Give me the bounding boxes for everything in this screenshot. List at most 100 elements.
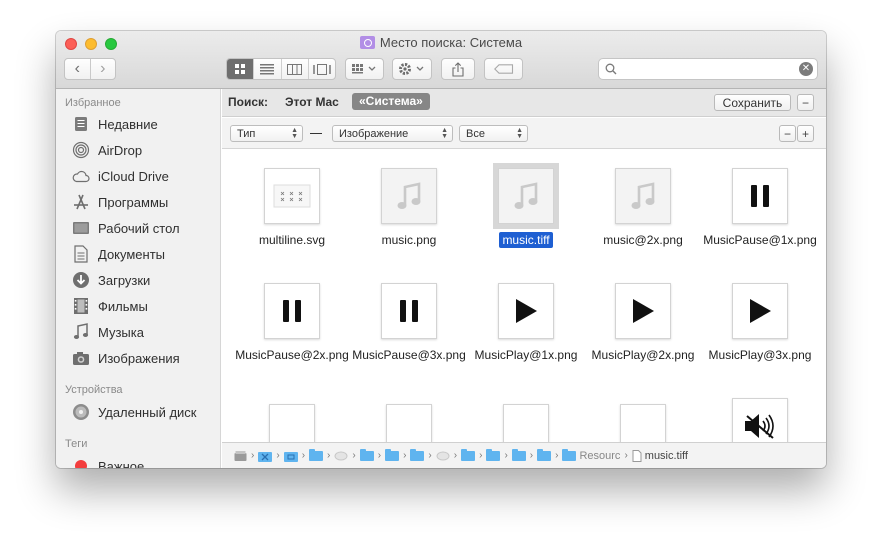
hard-disk-icon xyxy=(234,450,247,461)
file-thumbnail[interactable] xyxy=(493,163,559,229)
file-thumbnail[interactable] xyxy=(264,283,320,339)
file-name-text: MusicPlay@3x.png xyxy=(708,348,812,362)
folder-icon xyxy=(486,448,501,461)
system-folder-icon xyxy=(258,451,273,462)
file-name-text: music.png xyxy=(381,233,437,247)
path-item-bundle[interactable] xyxy=(436,450,450,462)
file-name-text: MusicPlay@1x.png xyxy=(474,348,578,362)
folder-icon xyxy=(359,448,374,461)
add-criteria-button[interactable]: + xyxy=(797,125,814,142)
file-thumbnail[interactable] xyxy=(269,404,315,442)
arrange-grid-icon xyxy=(351,64,375,74)
path-separator-icon: › xyxy=(428,450,432,461)
airdrop-icon xyxy=(71,140,91,160)
path-item-folder[interactable] xyxy=(537,448,552,461)
sidebar-item-label: Рабочий стол xyxy=(98,220,180,236)
window-title: Место поиска: Система xyxy=(56,35,826,50)
value-popup-value: Все xyxy=(466,127,485,140)
path-item-folder[interactable] xyxy=(461,448,476,461)
file-thumbnail[interactable] xyxy=(732,283,788,339)
path-item-system[interactable] xyxy=(258,450,273,462)
tags-section-title: Теги xyxy=(65,438,88,450)
documents-icon xyxy=(71,244,91,264)
path-item-folder[interactable] xyxy=(410,448,425,461)
sidebar-item-icloud[interactable]: iCloud Drive xyxy=(71,166,169,186)
path-item-resources[interactable]: Resourc xyxy=(562,448,620,462)
path-separator-icon: › xyxy=(276,450,280,461)
remove-search-button[interactable]: − xyxy=(797,94,814,111)
path-item-bundle[interactable] xyxy=(334,450,348,462)
file-name-label: MusicPlay@1x.png xyxy=(467,347,585,363)
popup-arrows-icon: ▲ ▼ xyxy=(441,127,448,140)
file-thumbnail[interactable] xyxy=(498,283,554,339)
type-popup[interactable]: Изображение ▲ ▼ xyxy=(332,125,453,142)
back-button[interactable]: ‹ xyxy=(65,59,91,79)
file-thumbnail[interactable] xyxy=(732,168,788,224)
sidebar-item-music[interactable]: Музыка xyxy=(71,322,144,342)
file-thumbnail[interactable] xyxy=(386,404,432,442)
action-menu-button[interactable] xyxy=(392,58,432,80)
bundle-icon xyxy=(334,451,348,460)
pictures-icon xyxy=(71,348,91,368)
file-thumbnail[interactable] xyxy=(620,404,666,442)
cloud-icon xyxy=(71,166,91,186)
path-item-folder[interactable] xyxy=(486,448,501,461)
icon-view-button[interactable] xyxy=(227,59,255,79)
file-thumbnail[interactable] xyxy=(503,404,549,442)
path-separator-icon: › xyxy=(529,450,534,461)
file-thumbnail[interactable] xyxy=(264,168,320,224)
sidebar-item-label: Удаленный диск xyxy=(98,404,197,420)
sidebar: Избранное Недавние AirDrop iCloud Drive … xyxy=(56,89,221,468)
sidebar-item-documents[interactable]: Документы xyxy=(71,244,165,264)
folder-icon xyxy=(410,448,425,461)
sidebar-item-airdrop[interactable]: AirDrop xyxy=(71,140,142,160)
sidebar-item-label: AirDrop xyxy=(98,142,143,158)
save-search-button[interactable]: Сохранить xyxy=(714,94,791,111)
path-item-folder[interactable] xyxy=(511,448,526,461)
column-view-button[interactable] xyxy=(282,59,309,79)
gear-icon xyxy=(399,63,424,75)
sidebar-item-desktop[interactable]: Рабочий стол xyxy=(71,218,180,238)
sidebar-item-recents[interactable]: Недавние xyxy=(71,114,158,134)
folder-icon xyxy=(461,448,476,461)
file-thumbnail[interactable] xyxy=(732,398,788,442)
search-input[interactable] xyxy=(621,61,791,77)
sidebar-item-downloads[interactable]: Загрузки xyxy=(71,270,150,290)
file-thumbnail[interactable] xyxy=(381,168,437,224)
sidebar-item-tag-important[interactable]: Важное xyxy=(71,456,144,468)
sidebar-item-label: Документы xyxy=(98,246,166,262)
file-thumbnail[interactable] xyxy=(381,283,437,339)
remove-criteria-button[interactable]: − xyxy=(779,125,796,142)
scope-this-mac[interactable]: Этот Mac xyxy=(285,95,339,109)
file-name-text: MusicPlay@2x.png xyxy=(591,348,695,362)
clear-search-icon[interactable]: ✕ xyxy=(799,62,813,76)
tag-button[interactable] xyxy=(484,58,523,80)
path-item-library[interactable] xyxy=(283,450,298,462)
window-title-text: Место поиска: Система xyxy=(379,35,523,50)
file-name-text: music.tiff xyxy=(499,232,553,248)
path-item-folder[interactable] xyxy=(309,448,324,461)
file-thumbnail[interactable] xyxy=(615,168,671,224)
list-view-button[interactable] xyxy=(254,59,282,79)
path-item-folder[interactable] xyxy=(359,448,374,461)
path-separator-icon: › xyxy=(555,450,559,461)
scope-system[interactable]: «Система» xyxy=(352,93,430,110)
sidebar-item-movies[interactable]: Фильмы xyxy=(71,296,148,316)
arrange-button[interactable] xyxy=(345,58,384,80)
forward-button[interactable]: › xyxy=(91,59,116,79)
gallery-view-button[interactable] xyxy=(309,59,335,79)
sidebar-item-pictures[interactable]: Изображения xyxy=(71,348,180,368)
share-button[interactable] xyxy=(441,58,475,80)
value-popup[interactable]: Все ▲ ▼ xyxy=(459,125,528,142)
sidebar-item-applications[interactable]: Программы xyxy=(71,192,168,212)
sidebar-item-label: iCloud Drive xyxy=(98,168,169,184)
kind-popup[interactable]: Тип ▲ ▼ xyxy=(230,125,303,142)
pause-icon xyxy=(751,185,769,207)
music-note-icon xyxy=(397,182,421,209)
path-item-disk[interactable] xyxy=(234,450,247,462)
path-item-folder[interactable] xyxy=(385,448,400,461)
search-field[interactable]: ✕ xyxy=(598,58,818,80)
path-item-file[interactable]: music.tiff xyxy=(632,449,688,462)
sidebar-item-remote-disc[interactable]: Удаленный диск xyxy=(71,402,196,422)
file-thumbnail[interactable] xyxy=(615,283,671,339)
